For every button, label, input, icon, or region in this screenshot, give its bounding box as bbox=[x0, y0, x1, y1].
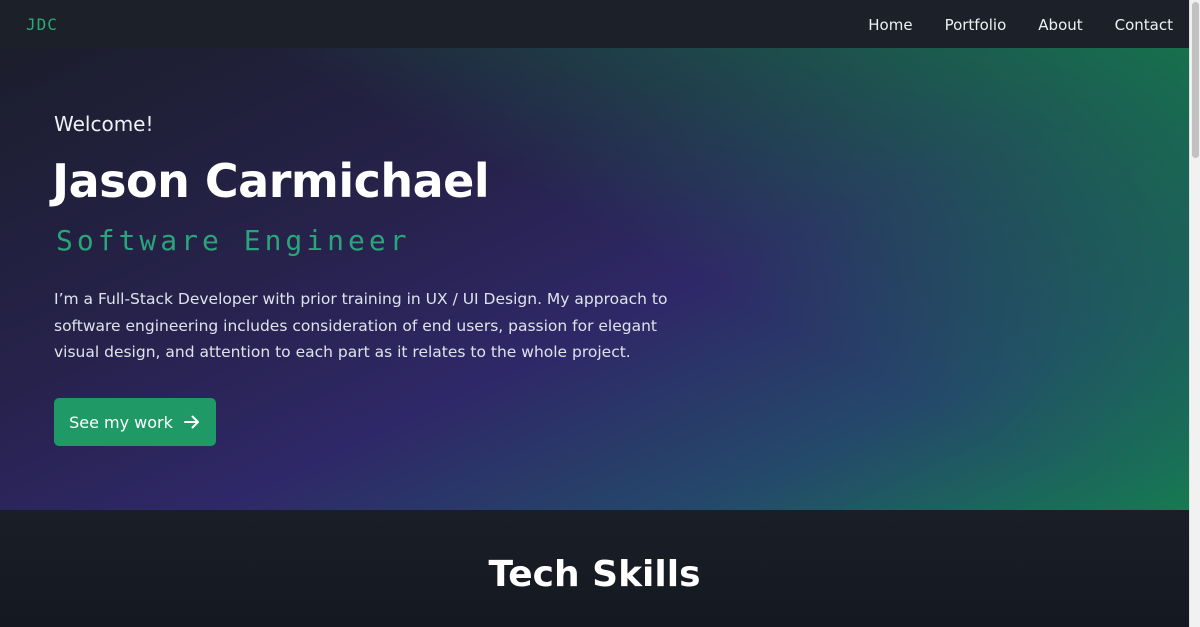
hero-name: Jason Carmichael bbox=[52, 154, 490, 208]
hero-section: Welcome! Jason Carmichael Software Engin… bbox=[0, 48, 1189, 510]
hero-greeting: Welcome! bbox=[54, 112, 154, 136]
tech-skills-section: Tech Skills bbox=[0, 510, 1189, 627]
nav-link-contact[interactable]: Contact bbox=[1115, 16, 1173, 34]
nav-link-about[interactable]: About bbox=[1038, 16, 1082, 34]
tech-skills-heading: Tech Skills bbox=[488, 554, 701, 595]
nav-link-home[interactable]: Home bbox=[868, 16, 912, 34]
hero-role: Software Engineer bbox=[56, 224, 411, 257]
navbar: JDC Home Portfolio About Contact bbox=[0, 0, 1189, 48]
nav-item: Portfolio bbox=[945, 15, 1007, 34]
page-content: JDC Home Portfolio About Contact Welcome… bbox=[0, 0, 1189, 627]
nav-links: Home Portfolio About Contact bbox=[868, 15, 1173, 34]
site-logo[interactable]: JDC bbox=[26, 15, 58, 34]
nav-item: Home bbox=[868, 15, 912, 34]
nav-item: Contact bbox=[1115, 15, 1173, 34]
see-my-work-label: See my work bbox=[69, 412, 173, 432]
scrollbar-thumb[interactable] bbox=[1192, 2, 1199, 158]
page: JDC Home Portfolio About Contact Welcome… bbox=[0, 0, 1200, 627]
nav-link-portfolio[interactable]: Portfolio bbox=[945, 16, 1007, 34]
see-my-work-button[interactable]: See my work bbox=[54, 398, 216, 446]
arrow-right-icon bbox=[183, 413, 201, 431]
hero-bio: I’m a Full-Stack Developer with prior tr… bbox=[54, 290, 668, 361]
vertical-scrollbar[interactable] bbox=[1189, 0, 1200, 627]
nav-item: About bbox=[1038, 15, 1082, 34]
